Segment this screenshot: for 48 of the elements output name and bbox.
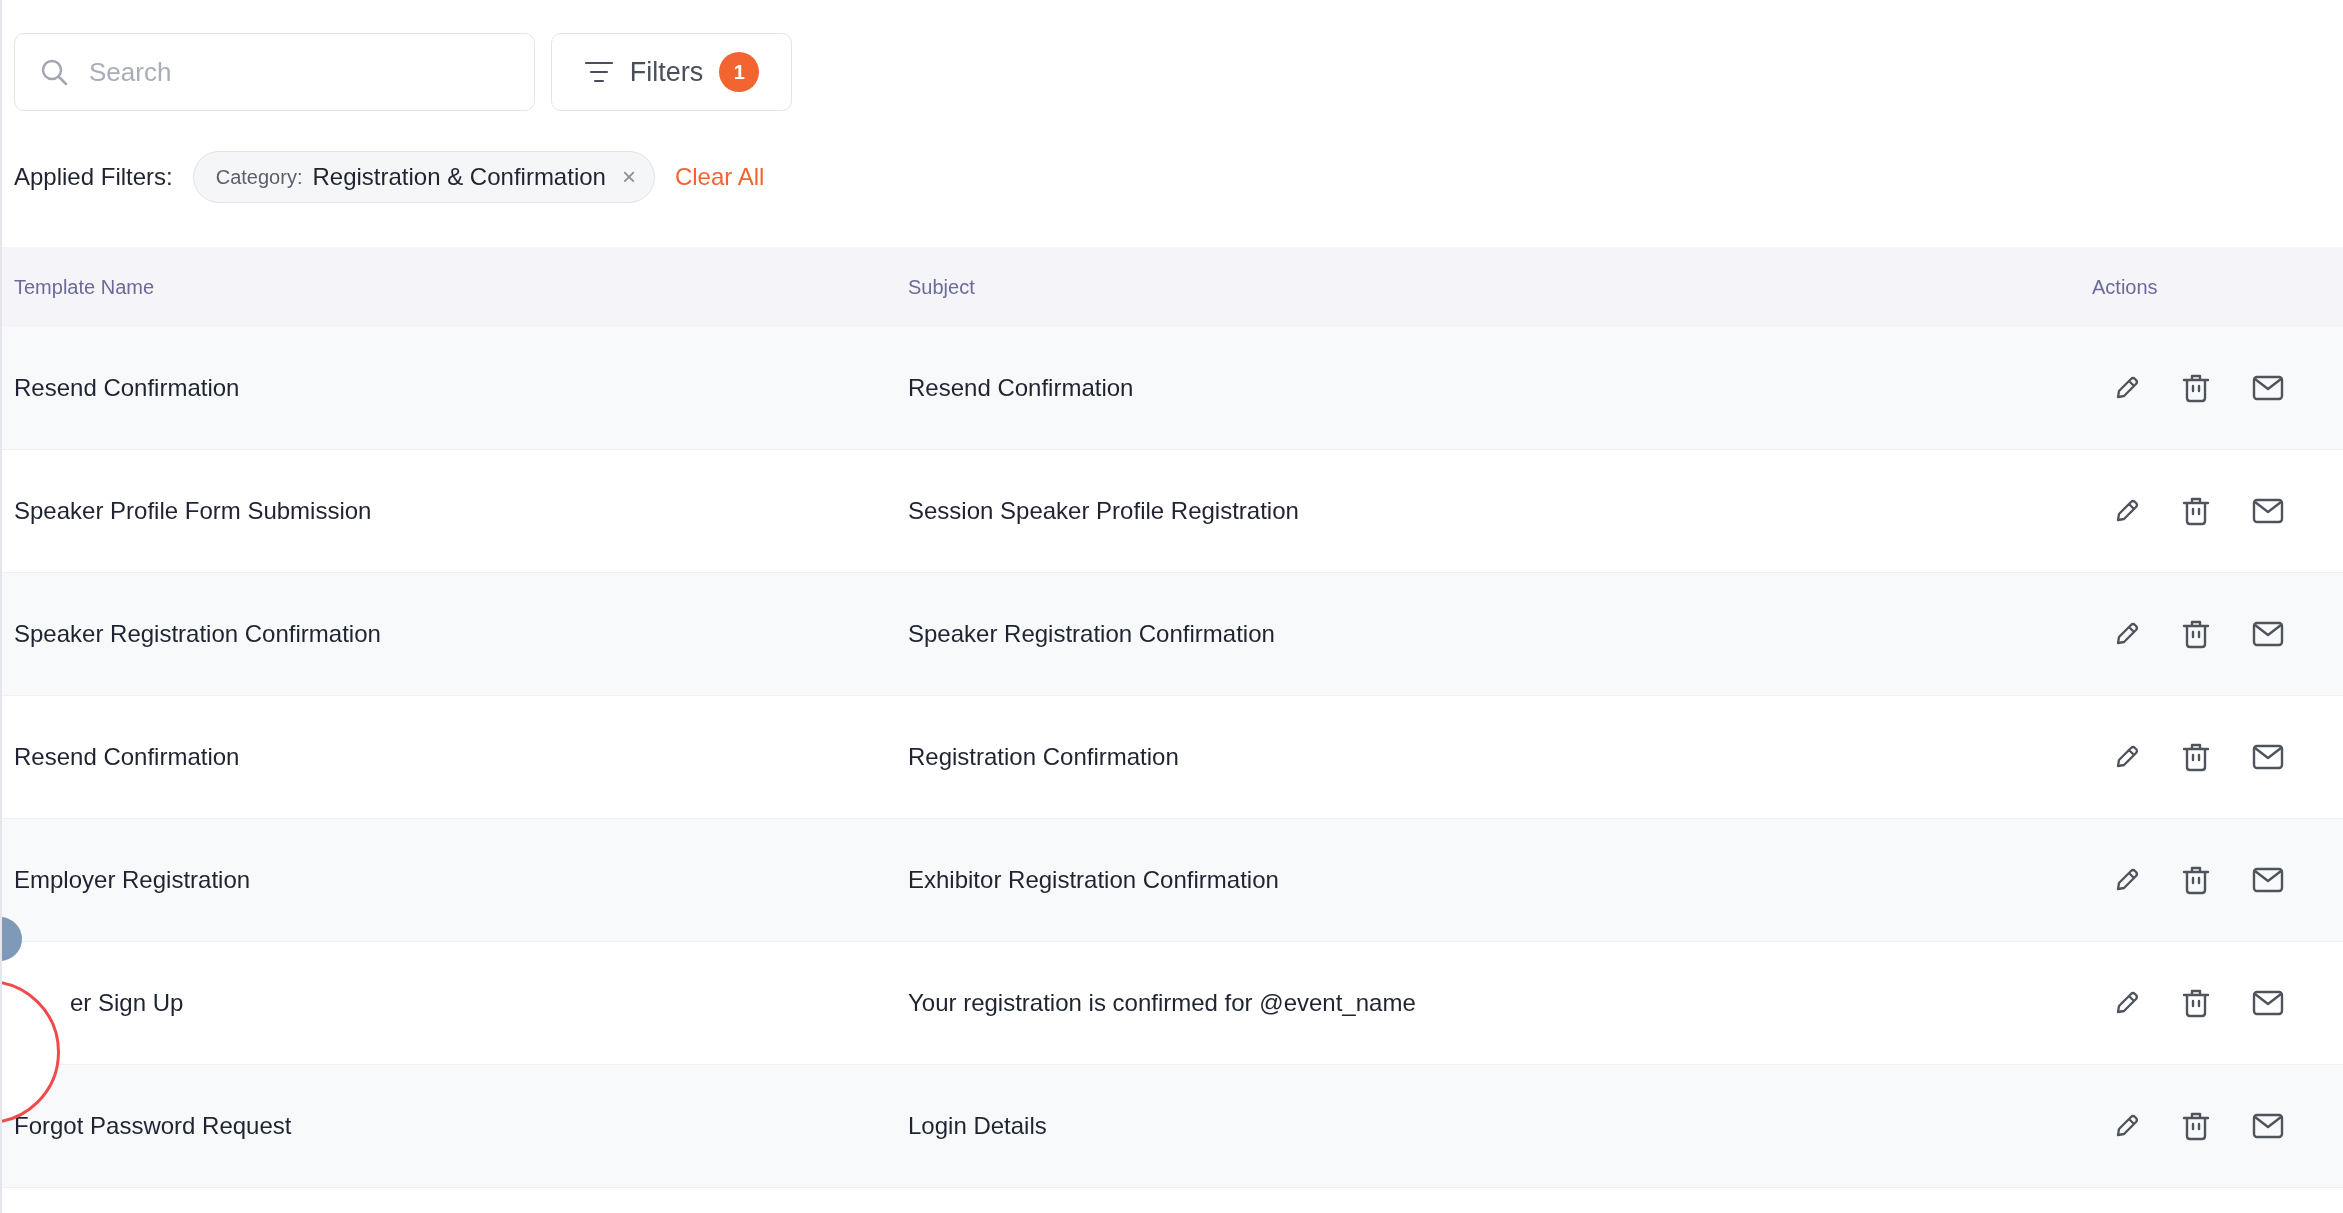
template-name-cell: Speaker Registration Confirmation — [14, 620, 381, 648]
pencil-icon[interactable] — [2114, 744, 2140, 770]
envelope-icon[interactable] — [2252, 621, 2284, 647]
pencil-icon[interactable] — [2114, 867, 2140, 893]
trash-icon[interactable] — [2182, 496, 2210, 526]
pencil-icon[interactable] — [2114, 621, 2140, 647]
filters-button[interactable]: Filters 1 — [551, 33, 792, 111]
subject-cell: Your registration is confirmed for @event_name — [908, 989, 1416, 1017]
trash-icon[interactable] — [2182, 865, 2210, 895]
chip-key: Category: — [215, 165, 303, 189]
filter-icon — [583, 61, 614, 83]
subject-header: Subject — [908, 275, 975, 299]
applied-filters-label: Applied Filters: — [14, 163, 173, 191]
subject-cell: Speaker Registration Confirmation — [908, 620, 1275, 648]
template-name-cell: Forgot Password Request — [14, 1112, 292, 1140]
chip-value: Registration & Confirmation — [312, 163, 606, 191]
pencil-icon[interactable] — [2114, 498, 2140, 524]
subject-cell: Login Details — [908, 1112, 1047, 1140]
subject-cell: Session Speaker Profile Registration — [908, 497, 1299, 525]
pencil-icon[interactable] — [2114, 990, 2140, 1016]
pencil-icon[interactable] — [2114, 1113, 2140, 1139]
trash-icon[interactable] — [2182, 373, 2210, 403]
envelope-icon[interactable] — [2252, 498, 2284, 524]
search-field[interactable]: Search — [14, 33, 535, 111]
template-name-cell: Resend Confirmation — [14, 374, 240, 402]
subject-cell: Exhibitor Registration Confirmation — [908, 866, 1279, 894]
template-name-cell: Employer Registration — [14, 866, 251, 894]
template-name-cell: Resend Confirmation — [14, 743, 240, 771]
template-name-cell: er Sign Up — [70, 989, 184, 1017]
trash-icon[interactable] — [2182, 1111, 2210, 1141]
envelope-icon[interactable] — [2252, 990, 2284, 1016]
trash-icon[interactable] — [2182, 619, 2210, 649]
remove-filter-button[interactable]: × — [621, 163, 636, 191]
template-name-cell: Speaker Profile Form Submission — [14, 497, 372, 525]
clear-all-link[interactable]: Clear All — [674, 163, 765, 191]
envelope-icon[interactable] — [2252, 1113, 2284, 1139]
actions-header: Actions — [2092, 275, 2158, 299]
envelope-icon[interactable] — [2252, 744, 2284, 770]
subject-cell: Resend Confirmation — [908, 374, 1134, 402]
template-name-header: Template Name — [14, 275, 155, 299]
envelope-icon[interactable] — [2252, 867, 2284, 893]
envelope-icon[interactable] — [2252, 375, 2284, 401]
filter-count-badge: 1 — [719, 52, 760, 92]
trash-icon[interactable] — [2182, 988, 2210, 1018]
pencil-icon[interactable] — [2114, 375, 2140, 401]
subject-cell: Registration Confirmation — [908, 743, 1179, 771]
trash-icon[interactable] — [2182, 742, 2210, 772]
search-icon — [40, 58, 68, 86]
